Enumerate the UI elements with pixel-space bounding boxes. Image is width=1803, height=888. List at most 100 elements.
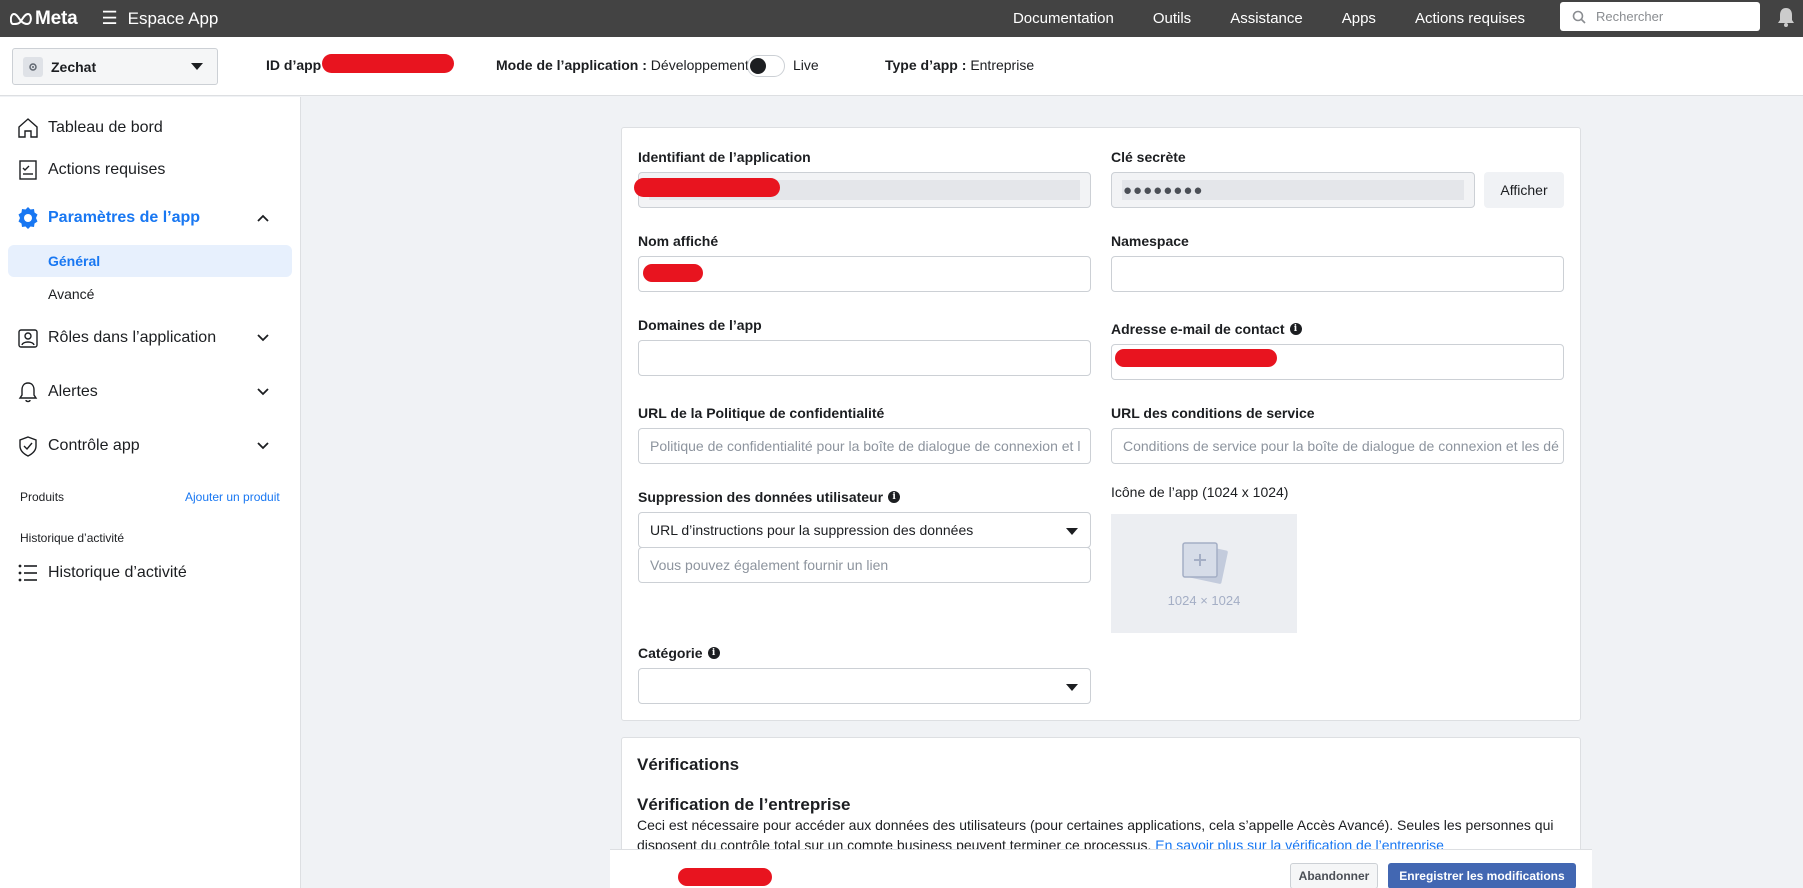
info-icon[interactable]: i <box>888 491 901 503</box>
app-header: Zechat ID d’app : Mode de l’application … <box>0 37 1803 96</box>
nav-support[interactable]: Assistance <box>1230 10 1303 27</box>
nav-documentation[interactable]: Documentation <box>1013 10 1114 27</box>
caret-down-icon <box>1066 528 1078 535</box>
checklist-icon <box>16 158 40 182</box>
nav-tools[interactable]: Outils <box>1153 10 1191 27</box>
search-icon <box>1572 10 1586 24</box>
basic-settings-card <box>621 127 1581 721</box>
sidebar-item-general[interactable]: Général <box>8 245 292 277</box>
section-title[interactable]: Espace App <box>128 9 219 29</box>
chevron-down-icon <box>257 437 269 455</box>
sidebar-item-dashboard[interactable]: Tableau de bord <box>0 108 301 148</box>
user-badge-icon <box>16 326 40 350</box>
app-name: Zechat <box>51 58 97 75</box>
redacted-contact-email <box>1115 349 1277 367</box>
brand-name: Meta <box>35 7 78 29</box>
app-domains-field[interactable] <box>638 340 1091 376</box>
add-product-link[interactable]: Ajouter un produit <box>185 490 280 504</box>
menu-icon[interactable]: ☰ <box>102 8 118 29</box>
app-icon-label: Icône de l’app (1024 x 1024) <box>1111 484 1289 500</box>
namespace-field[interactable] <box>1111 256 1564 292</box>
display-name-label: Nom affiché <box>638 233 719 249</box>
cancel-button[interactable]: Abandonner <box>1290 863 1378 888</box>
top-nav: Documentation Outils Assistance Apps Act… <box>974 0 1525 37</box>
namespace-label: Namespace <box>1111 233 1189 249</box>
activity-heading: Historique d’activité <box>20 531 125 545</box>
sidebar-item-label: Historique d’activité <box>48 564 187 581</box>
privacy-url-label: URL de la Politique de confidentialité <box>638 405 885 421</box>
chevron-down-icon <box>257 329 269 347</box>
app-domains-label: Domaines de l’app <box>638 317 762 333</box>
nav-required-actions[interactable]: Actions requises <box>1415 10 1525 27</box>
show-secret-button[interactable]: Afficher <box>1484 172 1564 208</box>
redacted-footer-info <box>678 868 772 886</box>
contact-email-label: Adresse e-mail de contact i <box>1111 321 1302 337</box>
bell-icon[interactable] <box>1777 7 1795 27</box>
live-mode-toggle[interactable] <box>747 55 785 77</box>
type-value: Entreprise <box>970 57 1035 73</box>
sidebar-item-label: Contrôle app <box>48 437 140 454</box>
nav-apps[interactable]: Apps <box>1342 10 1376 27</box>
category-label: Catégorie i <box>638 645 720 661</box>
sidebar-item-label: Actions requises <box>48 161 166 178</box>
app-icon-size: 1024 × 1024 <box>1167 593 1241 608</box>
caret-down-icon <box>1066 684 1078 691</box>
shield-check-icon <box>16 434 40 458</box>
data-deletion-select-value: URL d’instructions pour la suppression d… <box>650 522 974 538</box>
category-select[interactable] <box>638 668 1091 704</box>
data-deletion-url-field[interactable]: Vous pouvez également fournir un lien <box>638 547 1091 583</box>
products-heading: Produits <box>20 490 65 504</box>
sidebar-item-activity-log[interactable]: Historique d’activité <box>0 553 301 593</box>
sidebar-item-advanced[interactable]: Avancé <box>8 278 292 310</box>
search-placeholder: Rechercher <box>1596 9 1664 24</box>
tos-url-field[interactable]: Conditions de service pour la boîte de d… <box>1111 428 1564 464</box>
mode-label: Mode de l’application : <box>496 57 647 73</box>
privacy-url-field[interactable]: Politique de confidentialité pour la boî… <box>638 428 1091 464</box>
sidebar-item-label: Rôles dans l’application <box>48 329 217 346</box>
app-selector[interactable]: Zechat <box>12 48 218 85</box>
image-upload-icon <box>1182 542 1228 584</box>
sidebar: Tableau de bord Actions requises Paramèt… <box>0 97 301 888</box>
meta-logo[interactable]: Meta <box>10 8 78 30</box>
app-mode: Mode de l’application : Développement <box>496 57 749 73</box>
top-bar: Meta ☰ Espace App Documentation Outils A… <box>0 0 1803 37</box>
chevron-up-icon <box>257 209 269 227</box>
app-icon <box>23 56 43 77</box>
sidebar-item-required-actions[interactable]: Actions requises <box>0 150 301 190</box>
bell-outline-icon <box>16 380 40 404</box>
mode-dev-label: Développement <box>650 57 749 73</box>
sidebar-item-label: Paramètres de l’app <box>48 209 201 226</box>
save-bar: Abandonner Enregistrer les modifications <box>610 849 1592 888</box>
sidebar-item-alerts[interactable]: Alertes <box>0 372 301 412</box>
save-button[interactable]: Enregistrer les modifications <box>1388 863 1576 888</box>
chevron-down-icon <box>257 383 269 401</box>
info-icon[interactable]: i <box>707 647 720 659</box>
app-icon-upload[interactable]: 1024 × 1024 <box>1111 514 1297 633</box>
list-icon <box>16 561 40 585</box>
redacted-app-id-value <box>634 178 780 197</box>
app-id-field-label: Identifiant de l’application <box>638 149 811 165</box>
data-deletion-label: Suppression des données utilisateur i <box>638 489 901 505</box>
display-name-field[interactable] <box>638 256 1091 292</box>
gear-icon <box>16 206 40 230</box>
sidebar-item-label: Tableau de bord <box>48 119 163 136</box>
app-type: Type d’app : Entreprise <box>885 57 1034 73</box>
sidebar-item-app-settings[interactable]: Paramètres de l’app <box>0 198 301 238</box>
business-verification-title: Vérification de l’entreprise <box>637 795 851 814</box>
app-id-label: ID d’app : <box>266 57 330 73</box>
home-icon <box>16 116 40 140</box>
search-input[interactable]: Rechercher <box>1560 2 1760 31</box>
redacted-display-name <box>643 264 703 282</box>
app-secret-field[interactable]: ●●●●●●●● <box>1111 172 1475 208</box>
data-deletion-select[interactable]: URL d’instructions pour la suppression d… <box>638 512 1091 548</box>
sidebar-item-roles[interactable]: Rôles dans l’application <box>0 318 301 358</box>
meta-infinity-icon <box>10 12 32 25</box>
info-icon[interactable]: i <box>1289 323 1302 335</box>
secret-value: ●●●●●●●● <box>1123 181 1204 199</box>
sidebar-item-label: Alertes <box>48 383 98 400</box>
sidebar-item-app-review[interactable]: Contrôle app <box>0 426 301 466</box>
redacted-app-id <box>322 54 454 73</box>
mode-live-label: Live <box>793 57 819 73</box>
verifications-title: Vérifications <box>637 755 740 774</box>
secret-field-label: Clé secrète <box>1111 149 1186 165</box>
